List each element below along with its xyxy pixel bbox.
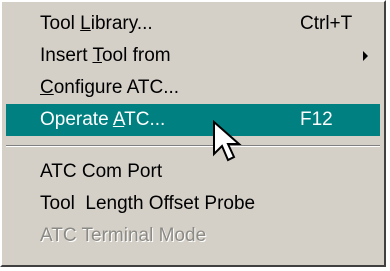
menu-item-configure-atc[interactable]: Configure ATC... — [6, 72, 380, 104]
mouse-pointer-icon — [213, 120, 242, 162]
menu-item-label: Tool Library... — [40, 13, 153, 34]
menu-item-insert-tool-from[interactable]: Insert Tool from — [6, 40, 380, 72]
menu-item-tool-library[interactable]: Tool Library... Ctrl+T — [6, 8, 380, 40]
menu-item-label: ATC Com Port — [40, 161, 163, 182]
menu-item-label: Operate ATC... — [40, 109, 166, 130]
menu-item-shortcut: F12 — [300, 109, 333, 130]
context-menu: Tool Library... Ctrl+T Insert Tool from … — [0, 0, 386, 267]
menu-item-label: ATC Terminal Mode — [40, 225, 207, 246]
menu-separator — [6, 145, 380, 147]
menu-item-label: Tool Length Offset Probe — [40, 193, 256, 214]
menu-item-atc-terminal-mode: ATC Terminal Mode — [6, 220, 380, 252]
chevron-right-icon — [363, 51, 368, 61]
menu-item-label: Insert Tool from — [40, 45, 171, 66]
menu-item-tool-length-offset-probe[interactable]: Tool Length Offset Probe — [6, 188, 380, 220]
menu-item-atc-com-port[interactable]: ATC Com Port — [6, 156, 380, 188]
menu-item-operate-atc[interactable]: Operate ATC... F12 — [6, 104, 380, 136]
menu-item-shortcut: Ctrl+T — [300, 13, 353, 34]
menu-item-label: Configure ATC... — [40, 77, 180, 98]
